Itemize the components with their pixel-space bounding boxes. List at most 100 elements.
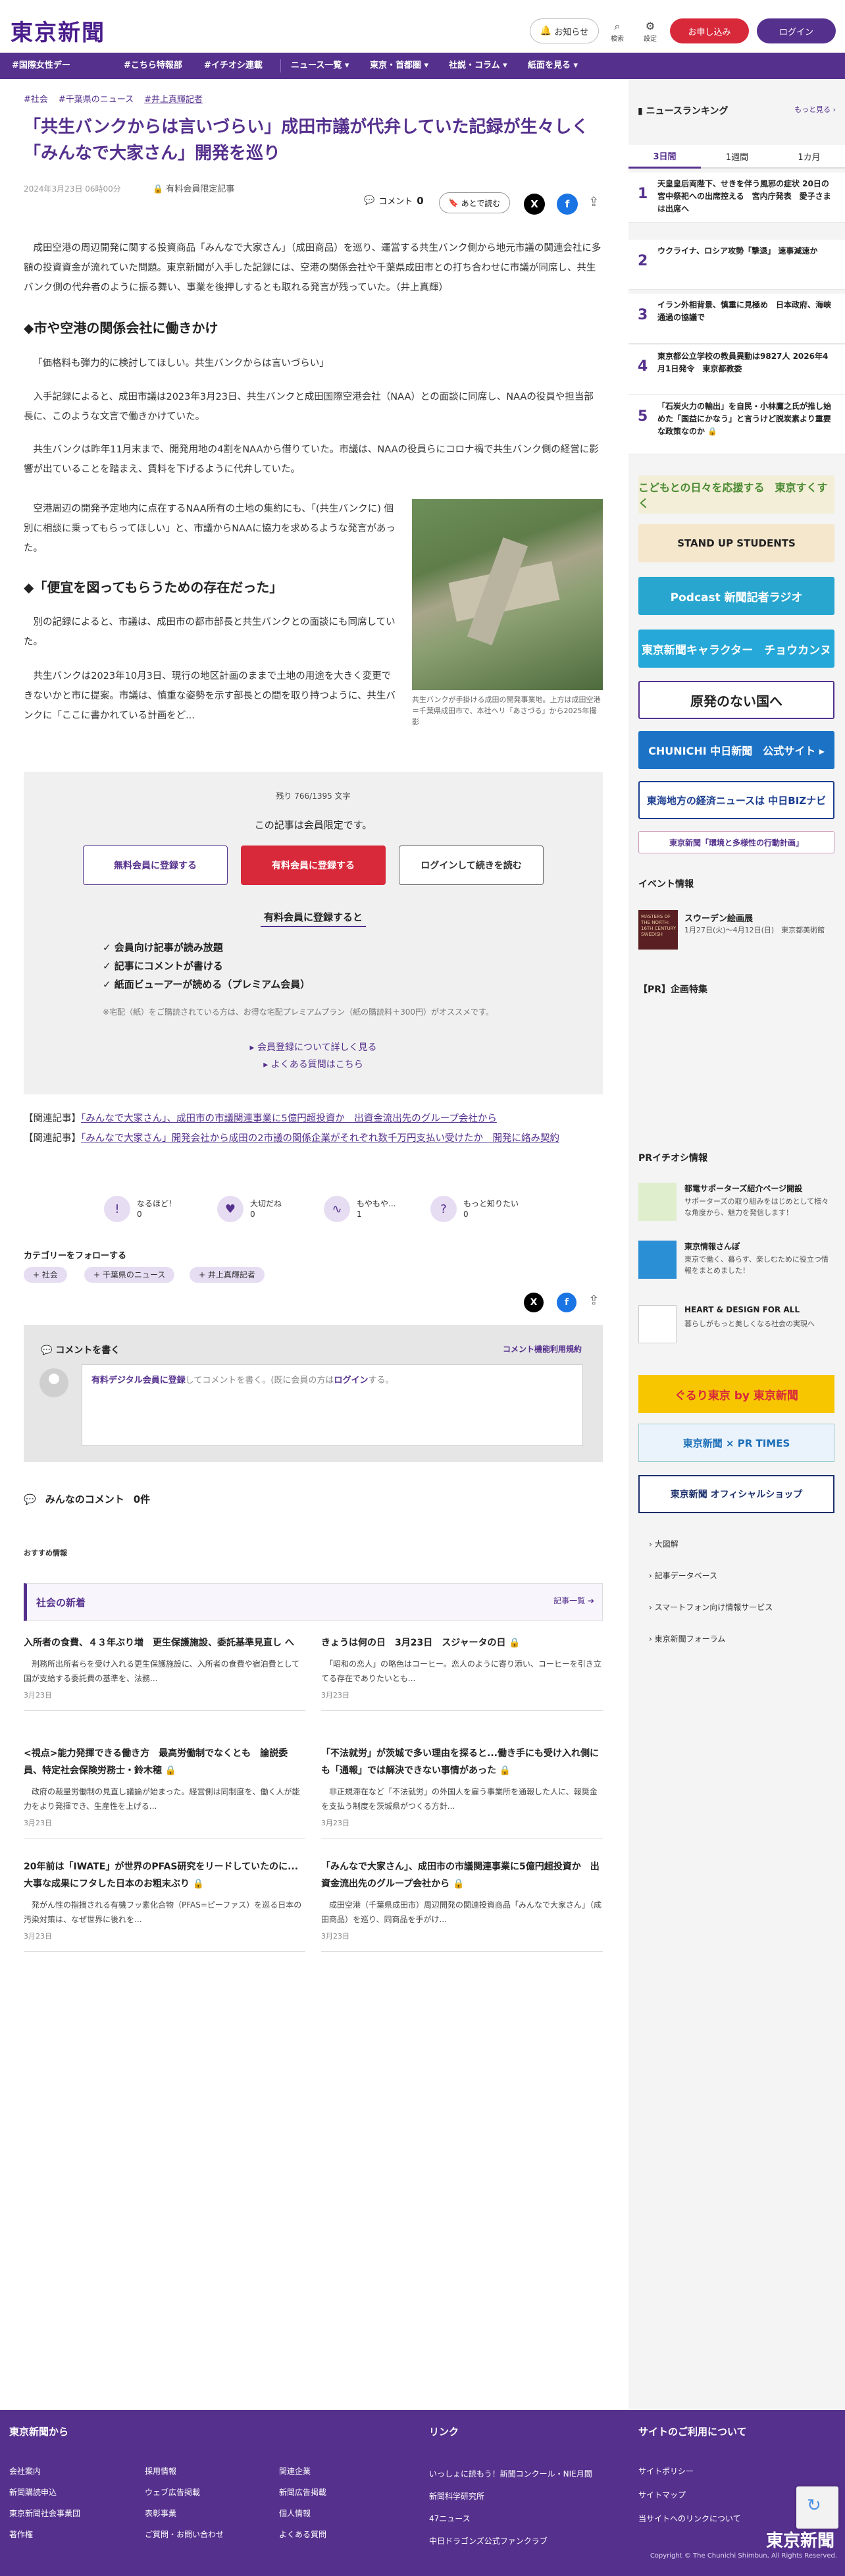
event-title[interactable]: スウーデン絵画展 [684,911,753,924]
reaction-naruhodo[interactable]: ! なるほど！ 0 [104,1196,176,1222]
ad-genpatsu[interactable]: 原発のない国へ [638,681,834,719]
reaction-taisetsu[interactable]: ♥ 大切だね 0 [217,1196,282,1222]
tab-3days[interactable]: 3日間 [628,145,701,169]
comment-rules-link[interactable]: コメント機能利用規約 [503,1343,582,1355]
ad-official-shop[interactable]: 東京新聞 オフィシャルショップ [638,1475,834,1513]
settings-button[interactable]: ⚙ 設定 [637,20,663,43]
reaction-motto[interactable]: ? もっと知りたい 0 [430,1196,519,1222]
tag-society[interactable]: #社会 [24,92,48,105]
footer-link[interactable]: サイトマップ [638,2489,686,2500]
footer-link[interactable]: 表彰事業 [145,2508,176,2519]
footer-link[interactable]: 新聞広告掲載 [279,2486,326,2498]
sidebar-link-zukai[interactable]: › 大図解 [649,1538,679,1549]
tag-chiba[interactable]: #千葉県のニュース [59,92,134,105]
subscribe-button[interactable]: お申し込み [670,18,749,43]
comment-textarea[interactable]: 有料デジタル会員に登録してコメントを書く。(既に会員の方はログインする。 [82,1364,583,1446]
tab-1week[interactable]: 1週間 [701,145,773,169]
search-button[interactable]: ⌕ 検索 [604,20,630,43]
footer-link[interactable]: サイトポリシー [638,2465,694,2477]
faq-link[interactable]: ▸ よくある質問はこちら [24,1058,603,1071]
latest-more-link[interactable]: 記事一覧 ➔ [553,1595,594,1606]
ad-sukusuku[interactable]: こどもとの日々を応援する 東京すくすく [638,475,834,514]
news-card[interactable]: 「不法就労」が茨城で多い理由を探ると...働き手にも受け入れ側にも「通報」では解… [321,1745,603,1838]
x-share-icon[interactable]: X [524,1293,544,1312]
news-card[interactable]: 入所者の食費、４３年ぶり増 更生保護施設、委託基準見直し へ 刑務所出所者らを受… [24,1634,305,1711]
follow-chip-society[interactable]: + 社会 [24,1267,67,1283]
footer-link[interactable]: 東京新聞社会事業団 [9,2508,80,2519]
notice-button[interactable]: 🔔 お知らせ [530,18,599,43]
ad-podcast[interactable]: Podcast 新聞記者ラジオ [638,577,834,615]
footer-link[interactable]: 新聞科学研究所 [429,2490,484,2502]
ad-environment[interactable]: 東京新聞「環境と多様性の行動計画」 [638,831,834,853]
tag-reporter[interactable]: #井上真輝記者 [144,92,203,105]
ad-stand-up-students[interactable]: STAND UP STUDENTS [638,524,834,562]
follow-chip-reporter[interactable]: + 井上真輝記者 [190,1267,265,1283]
nav-item-editorial[interactable]: 社説・コラム ▾ [449,53,507,79]
sidebar-link-forum[interactable]: › 東京新聞フォーラム [649,1633,725,1644]
ranking-item[interactable]: 2 ウクライナ、ロシア攻勢「撃退」 速事減速か [628,240,845,290]
facebook-share-icon[interactable]: f [557,1293,576,1312]
news-card[interactable]: 20年前は「IWATE」が世界のPFAS研究をリードしていたのに...大事な成果… [24,1858,305,1952]
footer-link[interactable]: 会社案内 [9,2465,41,2477]
ranking-item[interactable]: 5 「石炭火力の輸出」を自民・小林鷹之氏が推し始めた「国益にかなう」と言うけど脱炭… [628,395,845,454]
ranking-more-link[interactable]: もっと見る › [794,104,836,115]
login-button[interactable]: ログイン [757,18,836,43]
paid-register-button[interactable]: 有料会員に登録する [241,845,386,885]
sidebar-link-database[interactable]: › 記事データベース [649,1570,717,1581]
share-icon[interactable]: ⇪ [588,194,600,209]
recaptcha-badge[interactable]: ↻ [796,2486,838,2529]
footer-link[interactable]: ウェブ広告掲載 [145,2486,200,2498]
ad-biznavi[interactable]: 東海地方の経済ニュースは 中日BIZナビ [638,781,834,819]
pr-item[interactable]: HEART & DESIGN FOR ALL 暮らしがもっと美しくなる社会の実現へ [638,1305,834,1347]
news-card[interactable]: <視点>能力発揮できる働き方 最高労働制でなくとも 論説委員、特定社会保険労務士… [24,1745,305,1838]
ranking-item[interactable]: 3 イラン外相背景、慎重に見極め 日本政府、海峡通過の協議で [628,294,845,344]
pr-item[interactable]: 都電サポーターズ紹介ページ開設 サポーターズの取り組みをはじめとして様々な角度から… [638,1183,834,1225]
related-link[interactable]: 「みんなで大家さん」、成田市の市議関連事業に5億円超投資か 出資金流出先のグルー… [81,1114,497,1124]
footer-link[interactable]: 個人情報 [279,2508,311,2519]
comment-count[interactable]: 💬 コメント 0 [364,194,424,207]
ranking-item[interactable]: 4 東京都公立学校の教員異動は9827人 2026年4月1日発令 東京都教委 [628,345,845,395]
nav-item-paper[interactable]: 紙面を見る ▾ [528,53,578,79]
footer-link[interactable]: 採用情報 [145,2465,176,2477]
footer-link[interactable]: 関連企業 [279,2465,311,2477]
member-info-link[interactable]: ▸ 会員登録について詳しく見る [24,1040,603,1054]
share-icon[interactable]: ⇪ [588,1292,600,1308]
ad-chokanu[interactable]: 東京新聞キャラクター チョウカンヌ [638,630,834,668]
login-continue-button[interactable]: ログインして続きを読む [399,845,544,885]
tab-1month[interactable]: 1カ月 [773,145,845,169]
footer-link[interactable]: よくある質問 [279,2529,326,2540]
x-share-icon[interactable]: X [524,194,545,215]
ad-gururi-tokyo[interactable]: ぐるり東京 by 東京新聞 [638,1375,834,1413]
read-later-button[interactable]: 🔖 あとで読む [439,192,510,213]
facebook-share-icon[interactable]: f [557,194,578,215]
news-card[interactable]: きょうは何の日 3月23日 スジャータの日 🔒 「昭和の恋人」の略色はコーヒー。… [321,1634,603,1711]
footer-link[interactable]: いっしょに読もう！新聞コンクール・NIE月間 [429,2468,592,2479]
nav-item-ichioshi[interactable]: #イチオシ連載 [204,53,263,79]
nav-item-tokyo[interactable]: 東京・首都圏 ▾ [370,53,428,79]
footer-link[interactable]: 著作権 [9,2529,33,2540]
reaction-moyamoya[interactable]: ∿ もやもや... 1 [324,1196,396,1222]
footer-link[interactable]: 新聞購読申込 [9,2486,57,2498]
footer-link[interactable]: 当サイトへのリンクについて [638,2513,741,2524]
article-photo[interactable] [412,499,603,690]
pr-item[interactable]: 東京情報さんぽ 東京で働く、暮らす、楽しむために役立つ情報をまとめました！ [638,1241,834,1283]
sidebar-link-smartphone[interactable]: › スマートフォン向け情報サービス [649,1601,773,1613]
event-image[interactable]: MASTERS OF THE NORTH: 16TH CENTURY SWEDI… [638,910,678,950]
ad-chunichi[interactable]: CHUNICHI 中日新聞 公式サイト ▸ [638,731,834,769]
follow-chip-chiba[interactable]: + 千葉県のニュース [84,1267,175,1283]
nav-item-tokuhoubu[interactable]: #こちら特報部 [124,53,182,79]
free-register-button[interactable]: 無料会員に登録する [83,845,228,885]
ranking-item[interactable]: 1 天皇皇后両陛下、せきを伴う風邪の症状 20日の宮中祭祀への出席控える 宮内庁発… [628,173,845,223]
footer-link[interactable]: 47ニュース [429,2513,471,2524]
register-link[interactable]: 有料デジタル会員に登録 [91,1376,186,1385]
login-link[interactable]: ログイン [334,1376,368,1385]
news-card[interactable]: 「みんなで大家さん」、成田市の市議関連事業に5億円超投資か 出資金流出先のグルー… [321,1858,603,1952]
related-link[interactable]: 「みんなで大家さん」開発会社から成田の2市議の関係企業がそれぞれ数千万円支払い受… [81,1133,559,1144]
ad-pr-times[interactable]: 東京新聞 × PR TIMES [638,1424,834,1462]
nav-item-womens-day[interactable]: #国際女性デー [12,53,70,79]
footer-link[interactable]: 中日ドラゴンズ公式ファンクラブ [429,2535,548,2546]
nav-item-news-list[interactable]: ニュース一覧 ▾ [291,53,349,79]
footer-logo[interactable]: 東京新聞 [766,2527,834,2552]
site-logo[interactable]: 東京新聞 [11,14,105,47]
footer-link[interactable]: ご質問・お問い合わせ [145,2529,224,2540]
